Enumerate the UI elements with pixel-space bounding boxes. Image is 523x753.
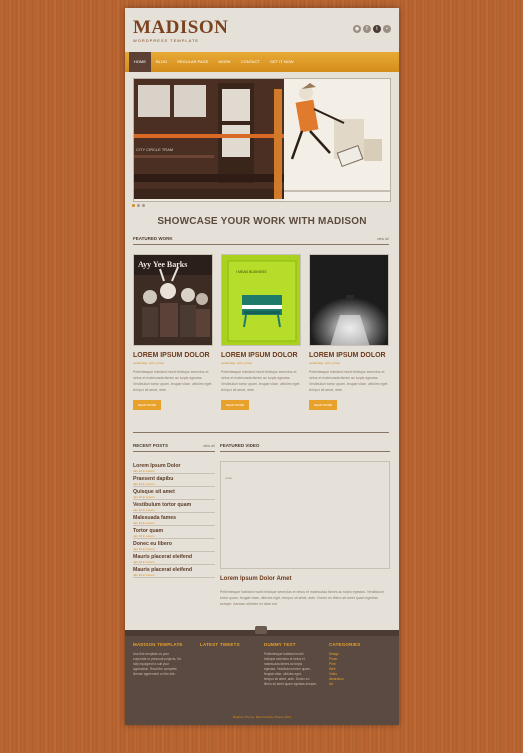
work-title-1[interactable]: LOREM IPSUM DOLOR (133, 352, 213, 359)
twitter-icon[interactable]: t (373, 25, 381, 33)
post-date: Jan 10 in Lorem (133, 560, 155, 564)
page-container: MADISON WORDPRESS TEMPLATE ◉ f t • HOME … (125, 8, 399, 725)
work-desc-3: Pellentesque habitant morbi tristique se… (309, 370, 389, 392)
nav-regular-page[interactable]: REGULAR PAGE (172, 52, 213, 72)
work-title-3[interactable]: LOREM IPSUM DOLOR (309, 352, 389, 359)
post-item[interactable]: Praesent dapibu Jan 10 in Lorem (133, 474, 215, 487)
post-item[interactable]: Mauris placerat eleifend Jan 10 in Lorem (133, 565, 215, 578)
footer-tweets-heading: LATEST TWEETS (200, 642, 240, 647)
logo-tagline: WORDPRESS TEMPLATE (133, 38, 200, 43)
work-meta-2: webdesign, print, photo (221, 361, 253, 365)
nav-home[interactable]: HOME (129, 52, 151, 72)
footer-categories-heading: CATEGORIES (329, 642, 361, 647)
work-read-more-2[interactable]: READ MORE (221, 400, 250, 410)
site-header: MADISON WORDPRESS TEMPLATE ◉ f t • (125, 8, 399, 48)
work-read-more-1[interactable]: READ MORE (133, 400, 162, 410)
footer-categories-list: Design Photo Print Web Video Illustratio… (329, 652, 389, 687)
post-item[interactable]: Tortor quam Jan 10 in Lorem (133, 526, 215, 539)
footer-col-dummy: DUMMY TEXT Pellentesque habitant morbi t… (264, 642, 324, 687)
post-date: Jan 10 in Lorem (133, 508, 155, 512)
video-title[interactable]: Lorem Ipsum Dolor Amet (220, 576, 291, 582)
slider-dot-2[interactable] (137, 204, 140, 207)
work-item-3[interactable]: LOREM IPSUM DOLOR webdesign, print, phot… (309, 254, 389, 411)
logo-name: MADISON (133, 17, 229, 38)
nav-get-it-now[interactable]: GET IT NOW (265, 52, 299, 72)
footer-dummy-heading: DUMMY TEXT (264, 642, 296, 647)
featured-video-heading: FEATURED VIDEO (220, 443, 260, 448)
social-links: ◉ f t • (353, 25, 391, 33)
work-meta-3: webdesign, print, photo (309, 361, 341, 365)
slider-illustration: CITY CIRCLE TRAM (134, 79, 390, 201)
work-item-1[interactable]: Ayy Yee Barks LOREM IPSUM DOLOR webdesig… (133, 254, 213, 411)
recent-posts-view-all[interactable]: view all (203, 444, 214, 448)
video-player[interactable]: video (220, 461, 390, 569)
post-date: Jan 10 in Lorem (133, 495, 155, 499)
video-description: Pellentesque habitant morbi tristique se… (220, 590, 385, 606)
work-meta-1: webdesign, print, photo (133, 361, 165, 365)
work-item-2[interactable]: I MEAN BUSINESS LOREM IPSUM DOLOR webdes… (221, 254, 301, 411)
work-desc-1: Pellentesque habitant morbi tristique se… (133, 370, 213, 392)
featured-video-divider (220, 451, 390, 452)
featured-work-divider (133, 244, 389, 245)
work-desc-2: Pellentesque habitant morbi tristique se… (221, 370, 301, 392)
footer-about-text: Use this template on your corporate or p… (133, 652, 181, 676)
back-to-top-tab[interactable] (255, 626, 267, 634)
recent-posts-list: Lorem Ipsum Dolor Jan 10 in Lorem Praesen… (133, 461, 215, 578)
footer-col-categories: CATEGORIES Design Photo Print Web Video … (329, 642, 389, 687)
post-date: Jan 10 in Lorem (133, 521, 155, 525)
featured-work-view-all[interactable]: view all (377, 237, 388, 241)
facebook-icon[interactable]: f (363, 25, 371, 33)
site-logo[interactable]: MADISON WORDPRESS TEMPLATE (133, 18, 228, 43)
post-item[interactable]: Mauris placerat eleifend Jan 10 in Lorem (133, 552, 215, 565)
post-item[interactable]: Vestibulum tortor quam Jan 10 in Lorem (133, 500, 215, 513)
nav-work[interactable]: WORK (213, 52, 235, 72)
work-thumb-1[interactable]: Ayy Yee Barks (133, 254, 213, 346)
work-thumb-2[interactable]: I MEAN BUSINESS (221, 254, 301, 346)
video-placeholder: video (225, 476, 233, 480)
post-date: Jan 10 in Lorem (133, 469, 155, 473)
featured-work-heading: FEATURED WORK (133, 236, 173, 241)
site-footer: MADISON TEMPLATE Use this template on yo… (125, 626, 399, 725)
post-item[interactable]: Quisque sit amet Jan 10 in Lorem (133, 487, 215, 500)
post-date: Jan 10 in Lorem (133, 534, 155, 538)
post-date: Jan 10 in Lorem (133, 573, 155, 577)
post-item[interactable]: Lorem Ipsum Dolor Jan 10 in Lorem (133, 461, 215, 474)
work-read-more-3[interactable]: READ MORE (309, 400, 338, 410)
slider-dot-3[interactable] (142, 204, 145, 207)
slider-dots (132, 204, 145, 207)
recent-posts-heading: RECENT POSTS (133, 443, 169, 448)
work-art-text-2: I MEAN BUSINESS (236, 270, 267, 274)
nav-contact[interactable]: CONTACT (236, 52, 265, 72)
work-art-text-1: Ayy Yee Barks (138, 260, 187, 269)
nav-blog[interactable]: BLOG (151, 52, 172, 72)
footer-col-tweets: LATEST TWEETS (200, 642, 260, 647)
footer-about-heading: MADISON TEMPLATE (133, 642, 183, 647)
mid-divider (133, 432, 389, 433)
post-item[interactable]: Donec eu libero Jan 10 in Lorem (133, 539, 215, 552)
footer-copyright: Madison Theme, Best Portfolio Theme 2012 (232, 715, 292, 719)
recent-posts-divider (133, 451, 215, 452)
main-nav: HOME BLOG REGULAR PAGE WORK CONTACT GET … (125, 52, 399, 72)
footer-dummy-text: Pellentesque habitant morbi tristique se… (264, 652, 317, 686)
flickr-icon[interactable]: • (383, 25, 391, 33)
footer-col-about: MADISON TEMPLATE Use this template on yo… (133, 642, 193, 677)
hero-slider[interactable]: CITY CIRCLE TRAM (133, 78, 391, 202)
showcase-heading: SHOWCASE YOUR WORK WITH MADISON (157, 216, 367, 227)
work-title-2[interactable]: LOREM IPSUM DOLOR (221, 352, 301, 359)
footer-category-link[interactable]: Art (329, 682, 389, 687)
post-date: Jan 10 in Lorem (133, 547, 155, 551)
post-date: Jan 10 in Lorem (133, 482, 155, 486)
rss-icon[interactable]: ◉ (353, 25, 361, 33)
tram-caption: CITY CIRCLE TRAM (136, 147, 173, 152)
post-item[interactable]: Malesuada fames Jan 10 in Lorem (133, 513, 215, 526)
work-thumb-3[interactable] (309, 254, 389, 346)
slider-dot-1[interactable] (132, 204, 135, 207)
